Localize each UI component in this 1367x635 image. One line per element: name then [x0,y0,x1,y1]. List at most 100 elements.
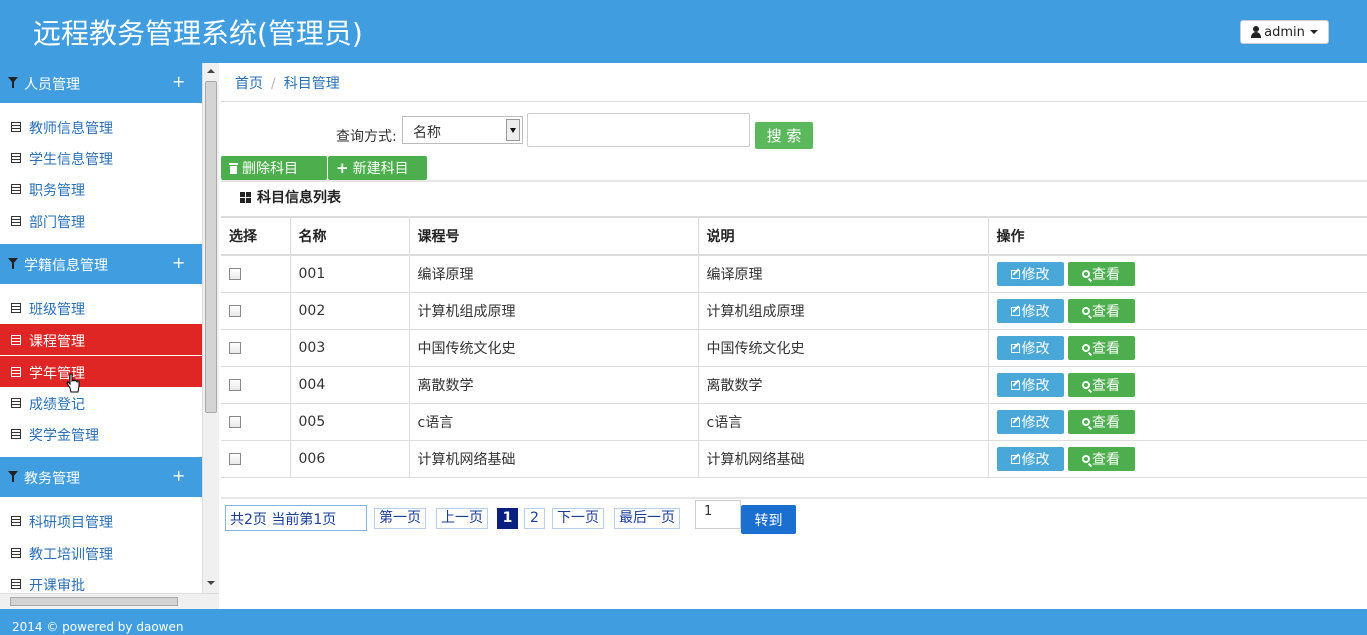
row-checkbox[interactable] [229,379,241,391]
sidebar-item-label: 教师信息管理 [29,121,113,137]
select-cell [221,440,290,478]
breadcrumb-current[interactable]: 科目管理 [284,76,340,92]
user-menu-button[interactable]: admin [1240,20,1329,44]
list-icon [11,429,21,439]
expand-plus-icon[interactable]: + [172,72,185,91]
row-checkbox[interactable] [229,342,241,354]
pager-page-2[interactable]: 2 [524,508,545,529]
edit-label: 修改 [1021,452,1050,468]
top-header: 远程教务管理系统(管理员) admin [0,0,1367,63]
pager-current-page[interactable]: 1 [497,508,518,529]
edit-button[interactable]: 修改 [996,373,1064,397]
search-button[interactable]: 搜 索 [755,122,813,149]
actions-cell: 修改 查看 [987,440,1367,478]
zoom-icon [1082,344,1090,352]
view-label: 查看 [1092,341,1120,357]
sidebar-item-student[interactable]: 学生信息管理 [0,142,202,173]
pager-last-button[interactable]: 最后一页 [614,508,680,529]
list-icon [11,367,21,377]
edit-icon [1010,306,1020,316]
desc-cell: 计算机网络基础 [697,440,988,478]
row-checkbox[interactable] [229,416,241,428]
sidebar-item-scholarship[interactable]: 奖学金管理 [0,418,202,449]
pager-prev-button[interactable]: 上一页 [436,508,488,529]
sidebar-section-personnel[interactable]: 人员管理 + [0,63,202,103]
edit-button[interactable]: 修改 [996,410,1064,434]
expand-plus-icon[interactable]: + [172,466,185,485]
breadcrumb-separator: / [271,76,276,92]
plus-icon: + [336,159,349,177]
desc-cell: 计算机组成原理 [697,292,988,330]
edit-icon [1010,269,1020,279]
breadcrumb: 首页 / 科目管理 [235,73,340,93]
delete-label: 删除科目 [242,161,298,177]
sidebar-item-grades[interactable]: 成绩登记 [0,387,202,418]
sidebar-item-training[interactable]: 教工培训管理 [0,537,202,568]
view-label: 查看 [1092,267,1120,283]
scroll-thumb[interactable] [205,81,217,413]
pager-next-button[interactable]: 下一页 [552,508,604,529]
divider [221,101,1367,102]
section-label: 教务管理 [24,471,80,487]
name-cell: 002 [289,292,409,330]
view-button[interactable]: 查看 [1067,373,1135,397]
view-button[interactable]: 查看 [1067,447,1135,471]
app-title: 远程教务管理系统(管理员) [33,17,363,50]
pager-first-button[interactable]: 第一页 [374,508,426,529]
scroll-up-arrow-icon[interactable] [207,69,215,73]
table-header-row: 选择 名称 课程号 说明 操作 [221,216,1367,256]
pager-go-button[interactable]: 转到 [741,505,796,534]
edit-button[interactable]: 修改 [996,262,1064,286]
zoom-icon [1082,307,1090,315]
sidebar-item-department[interactable]: 部门管理 [0,205,202,236]
list-title: 科目信息列表 [240,187,341,207]
zoom-icon [1082,418,1090,426]
name-cell: 001 [289,255,409,293]
edit-button[interactable]: 修改 [996,299,1064,323]
list-icon [11,579,21,589]
view-label: 查看 [1092,304,1120,320]
sidebar-item-academic-year[interactable]: 学年管理 [0,356,202,387]
view-button[interactable]: 查看 [1067,299,1135,323]
sidebar-item-course-approval[interactable]: 开课审批 [0,568,202,593]
sidebar-item-label: 部门管理 [29,215,85,231]
sidebar-item-course[interactable]: 课程管理 [0,324,202,355]
row-checkbox[interactable] [229,453,241,465]
scroll-thumb[interactable] [10,597,178,606]
sidebar-item-position[interactable]: 职务管理 [0,173,202,204]
view-button[interactable]: 查看 [1067,262,1135,286]
expand-plus-icon[interactable]: + [172,253,185,272]
breadcrumb-home[interactable]: 首页 [235,76,263,92]
edit-button[interactable]: 修改 [996,447,1064,471]
view-button[interactable]: 查看 [1067,336,1135,360]
grid-icon [240,191,251,203]
list-icon [11,548,21,558]
scroll-down-arrow-icon[interactable] [207,581,215,585]
sidebar-section-enrollment[interactable]: 学籍信息管理 + [0,244,202,284]
desc-cell: 离散数学 [697,366,988,404]
dropdown-arrow-icon[interactable] [506,119,520,141]
sidebar-item-label: 课程管理 [29,334,85,350]
sidebar-item-research[interactable]: 科研项目管理 [0,505,202,536]
column-header: 选择 [221,216,290,256]
zoom-icon [1082,455,1090,463]
edit-button[interactable]: 修改 [996,336,1064,360]
search-input[interactable] [527,113,750,147]
delete-subject-button[interactable]: 删除科目 [221,156,327,180]
row-checkbox[interactable] [229,268,241,280]
sidebar-vertical-scrollbar[interactable] [202,63,219,593]
sidebar-item-teacher[interactable]: 教师信息管理 [0,111,202,142]
name-cell: 004 [289,366,409,404]
row-checkbox[interactable] [229,305,241,317]
name-cell: 003 [289,329,409,367]
new-subject-button[interactable]: + 新建科目 [328,156,427,180]
new-label: 新建科目 [352,161,409,177]
sidebar-item-class[interactable]: 班级管理 [0,292,202,323]
sidebar-item-label: 班级管理 [29,302,85,318]
sidebar-section-academic-affairs[interactable]: 教务管理 + [0,457,202,497]
view-button[interactable]: 查看 [1067,410,1135,434]
search-type-select[interactable]: 名称 [402,116,523,144]
list-icon [11,184,21,194]
pager-goto-input[interactable]: 1 [695,500,741,529]
sidebar-horizontal-scrollbar[interactable] [0,593,219,609]
